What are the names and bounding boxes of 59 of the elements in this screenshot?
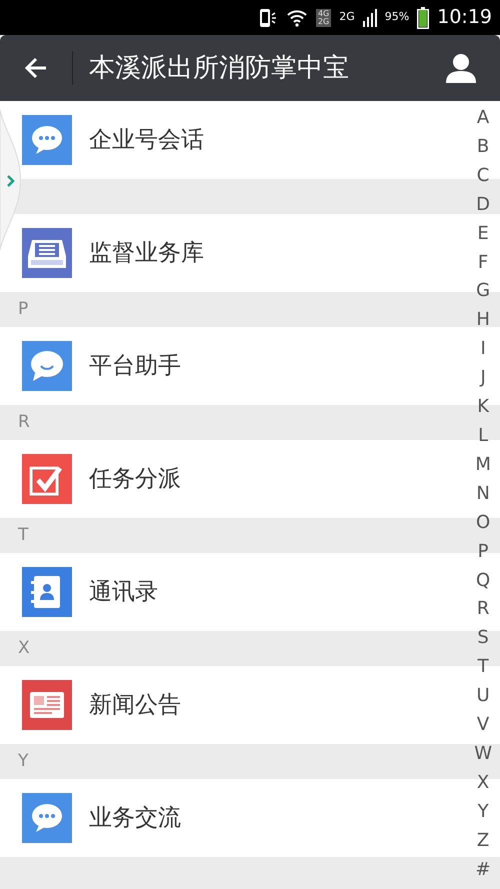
index-letter[interactable]: R bbox=[474, 595, 492, 624]
side-handle[interactable] bbox=[0, 110, 21, 250]
newspaper-icon bbox=[22, 680, 72, 730]
index-letter[interactable]: J bbox=[474, 364, 492, 394]
index-letter[interactable]: Z bbox=[474, 826, 492, 856]
index-letter[interactable]: # bbox=[474, 856, 492, 884]
section-letter: P bbox=[18, 298, 28, 321]
item-label: 任务分派 bbox=[89, 464, 181, 494]
index-letter[interactable]: U bbox=[474, 682, 492, 712]
index-letter[interactable]: E bbox=[474, 220, 492, 249]
index-letter[interactable]: Q bbox=[474, 566, 492, 596]
item-label: 平台助手 bbox=[89, 352, 181, 381]
index-letter[interactable]: K bbox=[474, 393, 492, 422]
index-letter[interactable]: S bbox=[474, 624, 492, 654]
signal-icon bbox=[362, 8, 377, 26]
index-letter[interactable]: Y bbox=[474, 798, 492, 827]
item-label: 企业号会话 bbox=[89, 126, 204, 155]
section-letter: T bbox=[18, 524, 28, 547]
index-letter[interactable]: D bbox=[474, 190, 492, 220]
index-letter[interactable]: C bbox=[474, 162, 492, 191]
back-icon[interactable] bbox=[24, 57, 48, 79]
index-letter[interactable]: B bbox=[474, 132, 492, 162]
address-book-icon bbox=[22, 567, 72, 617]
index-letter[interactable]: F bbox=[474, 248, 492, 278]
index-letter[interactable]: W bbox=[474, 740, 492, 769]
network-label: 4G bbox=[318, 10, 330, 18]
profile-icon[interactable] bbox=[446, 53, 476, 83]
wifi-icon bbox=[286, 8, 308, 26]
chat-icon bbox=[22, 341, 72, 391]
clock: 10:19 bbox=[437, 5, 492, 30]
network-label: 2G bbox=[339, 9, 355, 26]
battery-icon bbox=[417, 6, 430, 28]
index-letter[interactable]: X bbox=[474, 768, 492, 798]
section-letter: Y bbox=[18, 750, 28, 773]
section-letter: X bbox=[18, 636, 30, 660]
item-label: 业务交流 bbox=[89, 804, 181, 833]
item-label: 通讯录 bbox=[89, 578, 158, 607]
section-letter: R bbox=[18, 410, 30, 434]
index-letter[interactable]: I bbox=[474, 335, 492, 364]
index-letter[interactable]: P bbox=[474, 538, 492, 566]
index-letter[interactable]: N bbox=[474, 480, 492, 509]
index-letter[interactable]: O bbox=[474, 508, 492, 538]
index-letter[interactable]: G bbox=[474, 277, 492, 306]
toolbar-title: 本溪派出所消防掌中宝 bbox=[89, 52, 350, 84]
chat-icon bbox=[22, 793, 72, 843]
index-letter[interactable]: V bbox=[474, 711, 492, 740]
index-letter[interactable]: L bbox=[474, 422, 492, 451]
index-letter[interactable]: A bbox=[474, 104, 492, 133]
item-label: 新闻公告 bbox=[89, 690, 181, 720]
vibrate-icon bbox=[258, 8, 278, 28]
network-label: 2G bbox=[318, 18, 330, 26]
index-letter[interactable]: T bbox=[474, 653, 492, 682]
battery-percent: 95% bbox=[384, 9, 410, 26]
index-letter[interactable]: H bbox=[474, 306, 492, 336]
chat-icon bbox=[22, 115, 72, 165]
checkbox-icon bbox=[22, 454, 72, 504]
item-label: 监督业务库 bbox=[89, 238, 204, 268]
inbox-icon bbox=[22, 228, 72, 278]
index-letter[interactable]: M bbox=[474, 450, 492, 480]
